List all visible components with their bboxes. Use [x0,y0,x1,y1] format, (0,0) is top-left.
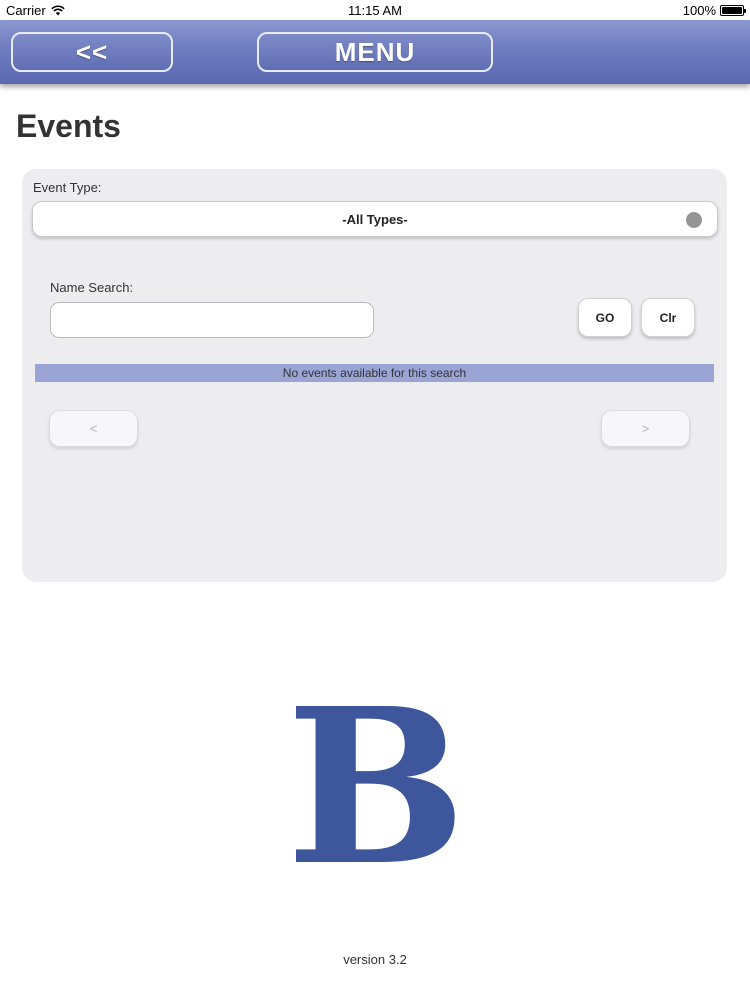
results-message: No events available for this search [35,364,714,382]
next-page-button[interactable]: > [601,410,690,447]
nav-bar: << MENU [0,20,750,84]
search-panel: Event Type: -All Types- Name Search: GO … [22,169,727,582]
name-search-input[interactable] [50,302,374,338]
back-button[interactable]: << [11,32,173,72]
battery-icon [720,5,746,16]
event-type-select[interactable]: -All Types- [32,201,718,237]
previous-page-button[interactable]: < [49,410,138,447]
logo-letter: B [296,690,456,874]
name-search-label: Name Search: [50,280,134,295]
event-type-value: -All Types- [342,211,408,227]
menu-button[interactable]: MENU [257,32,493,72]
status-battery-group: 100% [682,3,746,18]
status-bar: Carrier 11:15 AM 100% [0,0,750,20]
dropdown-indicator-icon [686,212,702,228]
go-button[interactable]: GO [578,298,632,337]
battery-percentage: 100% [682,3,716,18]
clear-button[interactable]: Clr [641,298,695,337]
logo: B [296,690,456,874]
app-screen: Carrier 11:15 AM 100% << MENU Events Eve… [0,0,750,1000]
event-type-label: Event Type: [33,180,102,195]
version-label: version 3.2 [343,952,407,967]
page-title: Events [16,108,121,144]
clock: 11:15 AM [348,3,402,18]
